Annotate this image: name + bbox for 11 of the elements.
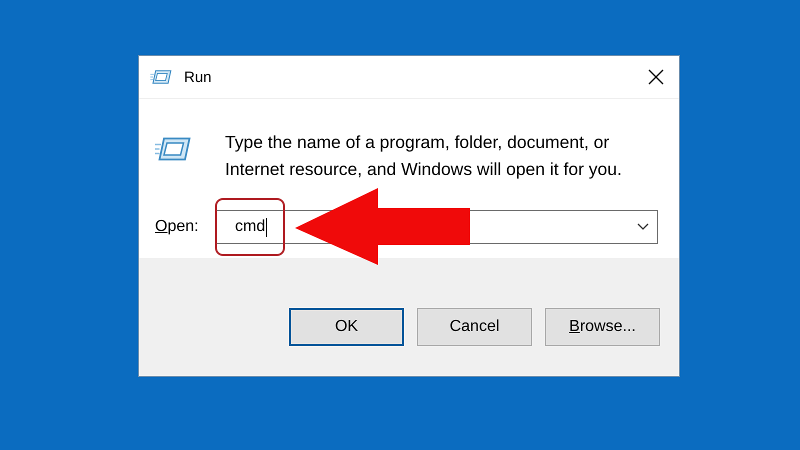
window-title: Run [184, 68, 213, 86]
open-label: Open: [155, 218, 200, 236]
dialog-button[interactable]: OK [289, 308, 404, 346]
chevron-icon[interactable] [637, 223, 649, 231]
description-text: Type the name of a program, folder, document, or Internet resource, and Windows will open it for you. [225, 131, 623, 181]
run-icon [155, 135, 191, 163]
dialog-button[interactable]: Cancel [417, 308, 532, 346]
dialog-button[interactable]: Browse... [545, 308, 660, 346]
run-icon [150, 69, 172, 85]
close-icon [648, 69, 664, 85]
highlight-overlay [215, 198, 285, 256]
